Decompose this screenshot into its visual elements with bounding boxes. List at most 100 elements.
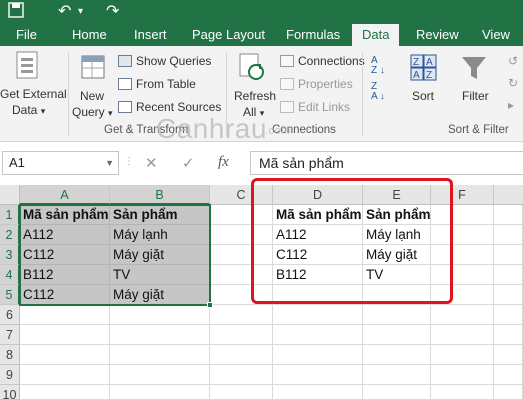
cell-d5[interactable] [273, 285, 363, 305]
name-box-dropdown-icon[interactable]: ▼ [105, 152, 114, 174]
cell-g5[interactable] [494, 285, 523, 305]
cell-c8[interactable] [210, 345, 273, 365]
cell-d8[interactable] [273, 345, 363, 365]
cell-g8[interactable] [494, 345, 523, 365]
cell-a2[interactable]: A112 [20, 225, 110, 245]
cell-g6[interactable] [494, 305, 523, 325]
select-all-corner[interactable] [0, 185, 20, 205]
cell-b6[interactable] [110, 305, 210, 325]
cell-a8[interactable] [20, 345, 110, 365]
cell-d2[interactable]: A112 [273, 225, 363, 245]
save-icon[interactable] [8, 2, 24, 24]
sort-z-a-icon[interactable]: ZA ↓ [371, 82, 385, 102]
cell-e2[interactable]: Máy lạnh [363, 225, 431, 245]
cell-f8[interactable] [431, 345, 494, 365]
cell-d9[interactable] [273, 365, 363, 385]
cell-a4[interactable]: B112 [20, 265, 110, 285]
column-header-g[interactable] [494, 185, 523, 205]
cell-g10[interactable] [494, 385, 523, 400]
cell-e5[interactable] [363, 285, 431, 305]
cell-e6[interactable] [363, 305, 431, 325]
cell-b10[interactable] [110, 385, 210, 400]
cell-e3[interactable]: Máy giặt [363, 245, 431, 265]
cell-f2[interactable] [431, 225, 494, 245]
row-header-7[interactable]: 7 [0, 325, 20, 345]
cell-e9[interactable] [363, 365, 431, 385]
cell-c10[interactable] [210, 385, 273, 400]
tab-file[interactable]: File [6, 24, 47, 46]
advanced-filter-icon[interactable]: ▸ [508, 98, 514, 112]
cell-a9[interactable] [20, 365, 110, 385]
cell-e7[interactable] [363, 325, 431, 345]
tab-review[interactable]: Review [406, 24, 469, 46]
cell-g9[interactable] [494, 365, 523, 385]
cell-a5[interactable]: C112 [20, 285, 110, 305]
row-header-2[interactable]: 2 [0, 225, 20, 245]
row-header-9[interactable]: 9 [0, 365, 20, 385]
cell-g2[interactable] [494, 225, 523, 245]
clear-filter-icon[interactable]: ↺ [508, 54, 518, 68]
cell-f7[interactable] [431, 325, 494, 345]
cell-g3[interactable] [494, 245, 523, 265]
fill-handle[interactable] [207, 302, 213, 308]
cell-c5[interactable] [210, 285, 273, 305]
cancel-icon[interactable]: ✕ [145, 154, 158, 172]
cell-e1[interactable]: Sản phẩm [363, 205, 431, 225]
cell-g4[interactable] [494, 265, 523, 285]
cell-g7[interactable] [494, 325, 523, 345]
tab-page-layout[interactable]: Page Layout [182, 24, 275, 46]
cell-f9[interactable] [431, 365, 494, 385]
cell-b3[interactable]: Máy giặt [110, 245, 210, 265]
row-header-3[interactable]: 3 [0, 245, 20, 265]
cell-a3[interactable]: C112 [20, 245, 110, 265]
cell-f6[interactable] [431, 305, 494, 325]
cell-e8[interactable] [363, 345, 431, 365]
show-queries-button[interactable]: Show Queries [118, 54, 211, 68]
cell-b2[interactable]: Máy lạnh [110, 225, 210, 245]
cell-f1[interactable] [431, 205, 494, 225]
cell-a1[interactable]: Mã sản phẩm [20, 205, 110, 225]
row-header-5[interactable]: 5 [0, 285, 20, 305]
insert-function-icon[interactable]: fx [218, 154, 229, 171]
cell-d6[interactable] [273, 305, 363, 325]
tab-insert[interactable]: Insert [124, 24, 177, 46]
row-header-10[interactable]: 10 [0, 385, 20, 400]
cell-e4[interactable]: TV [363, 265, 431, 285]
cell-e10[interactable] [363, 385, 431, 400]
undo-dropdown-icon[interactable]: ▾ [78, 2, 83, 22]
cell-c3[interactable] [210, 245, 273, 265]
cell-d1[interactable]: Mã sản phẩm [273, 205, 363, 225]
tab-formulas[interactable]: Formulas [276, 24, 350, 46]
column-header-b[interactable]: B [110, 185, 210, 205]
cell-a6[interactable] [20, 305, 110, 325]
cell-d7[interactable] [273, 325, 363, 345]
cell-c1[interactable] [210, 205, 273, 225]
row-header-4[interactable]: 4 [0, 265, 20, 285]
cell-b8[interactable] [110, 345, 210, 365]
cell-d3[interactable]: C112 [273, 245, 363, 265]
row-header-8[interactable]: 8 [0, 345, 20, 365]
name-box[interactable]: A1 ▼ [2, 151, 119, 175]
cell-c7[interactable] [210, 325, 273, 345]
column-header-a[interactable]: A [20, 185, 110, 205]
properties-button[interactable]: Properties [280, 77, 353, 91]
column-header-c[interactable]: C [210, 185, 273, 205]
cell-b9[interactable] [110, 365, 210, 385]
column-header-d[interactable]: D [273, 185, 363, 205]
cell-a10[interactable] [20, 385, 110, 400]
cell-f4[interactable] [431, 265, 494, 285]
connections-button[interactable]: Connections [280, 54, 365, 68]
cell-d10[interactable] [273, 385, 363, 400]
from-table-button[interactable]: From Table [118, 77, 196, 91]
cell-b1[interactable]: Sản phẩm [110, 205, 210, 225]
cell-a7[interactable] [20, 325, 110, 345]
cell-c2[interactable] [210, 225, 273, 245]
reapply-filter-icon[interactable]: ↻ [508, 76, 518, 90]
column-header-e[interactable]: E [363, 185, 431, 205]
cell-f10[interactable] [431, 385, 494, 400]
cell-c4[interactable] [210, 265, 273, 285]
cell-c9[interactable] [210, 365, 273, 385]
undo-icon[interactable]: ↶ [58, 2, 71, 22]
cell-b7[interactable] [110, 325, 210, 345]
row-header-1[interactable]: 1 [0, 205, 20, 225]
